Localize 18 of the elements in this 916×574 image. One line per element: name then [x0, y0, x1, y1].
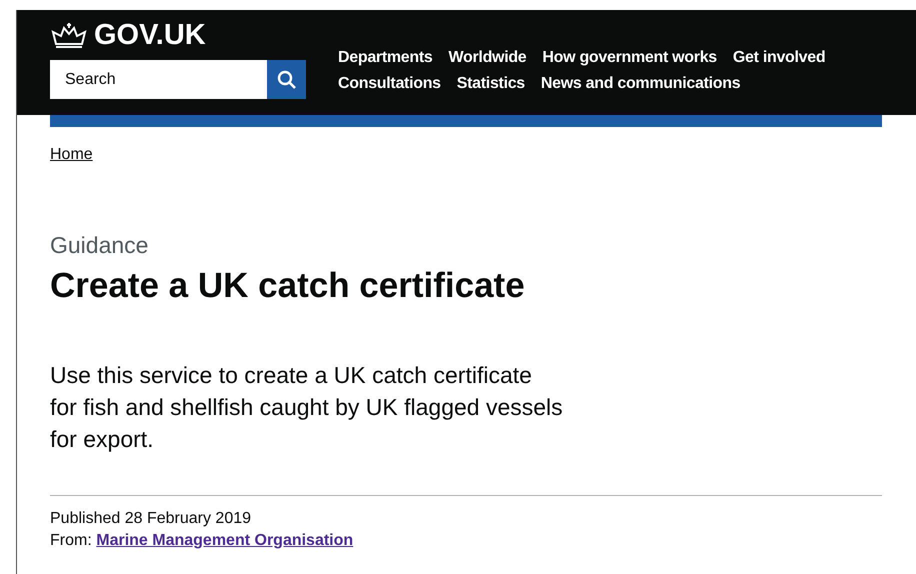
search-icon	[276, 70, 296, 90]
crown-icon	[50, 22, 88, 48]
nav-link[interactable]: Consultations	[338, 71, 441, 97]
nav-link[interactable]: News and communications	[540, 71, 740, 97]
nav-link[interactable]: Statistics	[456, 71, 525, 97]
breadcrumb-link[interactable]: Home	[50, 143, 93, 167]
nav-link[interactable]: Worldwide	[448, 45, 526, 71]
page-summary: Use this service to create a UK catch certificate for fish and shellfish caught by UK flagged vessels for export.	[50, 361, 564, 454]
gov-uk-logo[interactable]: GOV.UK	[94, 18, 206, 52]
nav-link[interactable]: How government works	[542, 45, 717, 71]
published-date: Published 28 February 2019	[50, 509, 252, 529]
nav-link[interactable]: Departments	[338, 45, 433, 71]
page-title: Create a UK catch certificate	[50, 265, 526, 307]
from-label: From:	[50, 532, 92, 549]
organisation-link[interactable]: Marine Management Organisation	[96, 532, 354, 549]
search-button[interactable]	[267, 60, 306, 99]
nav-link[interactable]: Get involved	[732, 45, 826, 71]
page-caption: Guidance	[50, 231, 150, 259]
